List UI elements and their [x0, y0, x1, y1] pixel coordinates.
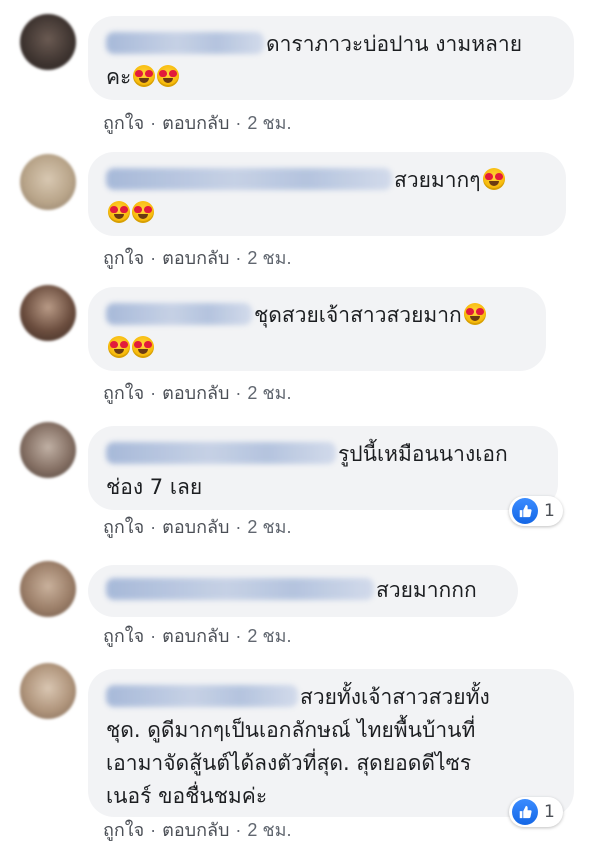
like-reaction-icon	[512, 799, 538, 825]
like-link[interactable]: ถูกใจ	[103, 113, 144, 133]
avatar[interactable]	[20, 561, 76, 617]
timestamp[interactable]: 2 ชม.	[247, 820, 291, 840]
commenter-name-blurred[interactable]	[106, 578, 374, 600]
comment-bubble: สวยมากกก	[88, 565, 518, 617]
comment-actions: ถูกใจ · ตอบกลับ · 2 ชม.	[103, 248, 292, 268]
heart-eyes-emoji-icon	[132, 336, 154, 358]
timestamp[interactable]: 2 ชม.	[247, 383, 291, 403]
comment: สวยทั้งเจ้าสาวสวยทั้ง ชุด. ดูดีมากๆเป็นเ…	[0, 655, 600, 858]
commenter-name-blurred[interactable]	[106, 32, 264, 54]
commenter-name-blurred[interactable]	[106, 168, 392, 190]
comment-text: สวยทั้งเจ้าสาวสวยทั้ง	[300, 685, 490, 709]
comment-actions: ถูกใจ · ตอบกลับ · 2 ชม.	[103, 820, 292, 840]
comment-text-line2: ช่อง 7 เลย	[106, 475, 203, 499]
comment: ดาราภาวะบ่อปาน งามหลาย คะ ถูกใจ · ตอบกลับ ·…	[0, 0, 600, 140]
comment-bubble: สวยทั้งเจ้าสาวสวยทั้ง ชุด. ดูดีมากๆเป็นเ…	[88, 669, 574, 817]
avatar[interactable]	[20, 14, 76, 70]
reply-link[interactable]: ตอบกลับ	[162, 626, 229, 646]
comment-actions: ถูกใจ · ตอบกลับ · 2 ชม.	[103, 626, 292, 646]
reply-link[interactable]: ตอบกลับ	[162, 517, 229, 537]
avatar[interactable]	[20, 422, 76, 478]
avatar[interactable]	[20, 154, 76, 210]
commenter-name-blurred[interactable]	[106, 303, 252, 325]
like-link[interactable]: ถูกใจ	[103, 626, 144, 646]
comment-actions: ถูกใจ · ตอบกลับ · 2 ชม.	[103, 113, 292, 133]
timestamp[interactable]: 2 ชม.	[247, 517, 291, 537]
commenter-name-blurred[interactable]	[106, 685, 298, 707]
comment: สวยมากกก ถูกใจ · ตอบกลับ · 2 ชม.	[0, 555, 600, 655]
comment-actions: ถูกใจ · ตอบกลับ · 2 ชม.	[103, 383, 292, 403]
comment-bubble: ดาราภาวะบ่อปาน งามหลาย คะ	[88, 16, 574, 100]
avatar[interactable]	[20, 285, 76, 341]
comment-text: ดาราภาวะบ่อปาน งามหลาย	[266, 32, 522, 56]
reaction-count[interactable]: 1	[509, 797, 563, 827]
reply-link[interactable]: ตอบกลับ	[162, 820, 229, 840]
reply-link[interactable]: ตอบกลับ	[162, 383, 229, 403]
reply-link[interactable]: ตอบกลับ	[162, 113, 229, 133]
comment-text-line2: คะ	[106, 65, 132, 89]
comment-text: รูปนี้เหมือนนางเอก	[338, 442, 508, 466]
like-link[interactable]: ถูกใจ	[103, 248, 144, 268]
avatar[interactable]	[20, 663, 76, 719]
heart-eyes-emoji-icon	[463, 303, 486, 325]
comment-text: ชุดสวยเจ้าสาวสวยมาก	[254, 303, 462, 327]
comment-text: สวยมากกก	[376, 578, 477, 602]
comment: สวยมากๆ ถูกใจ · ตอบกลับ · 2 ชม.	[0, 140, 600, 275]
comment-text-line4: เนอร์ ขอชื่นชมค่ะ	[106, 784, 268, 808]
comment: ชุดสวยเจ้าสาวสวยมาก ถูกใจ · ตอบกลับ · 2 ชม.	[0, 275, 600, 410]
timestamp[interactable]: 2 ชม.	[247, 113, 291, 133]
reply-link[interactable]: ตอบกลับ	[162, 248, 229, 268]
heart-eyes-emoji-icon	[157, 65, 180, 87]
timestamp[interactable]: 2 ชม.	[247, 626, 291, 646]
like-link[interactable]: ถูกใจ	[103, 517, 144, 537]
reaction-count-value: 1	[544, 802, 555, 822]
comment-text-line3: เอามาจัดสู้นต์ได้ลงตัวที่สุด. สุดยอดดีไซ…	[106, 751, 472, 775]
comment-bubble: สวยมากๆ	[88, 152, 566, 236]
comment-text-line2: ชุด. ดูดีมากๆเป็นเอกลักษณ์ ไทยพื้นบ้านที…	[106, 718, 476, 742]
heart-eyes-emoji-icon	[482, 168, 505, 190]
reaction-count[interactable]: 1	[509, 496, 563, 526]
like-link[interactable]: ถูกใจ	[103, 820, 144, 840]
comment: รูปนี้เหมือนนางเอก ช่อง 7 เลย 1 ถูกใจ · ตอ…	[0, 410, 600, 555]
like-reaction-icon	[512, 498, 538, 524]
comment-text: สวยมากๆ	[394, 168, 481, 192]
comment-actions: ถูกใจ · ตอบกลับ · 2 ชม.	[103, 517, 292, 537]
heart-eyes-emoji-icon	[132, 201, 154, 223]
like-link[interactable]: ถูกใจ	[103, 383, 144, 403]
commenter-name-blurred[interactable]	[106, 442, 336, 464]
heart-eyes-emoji-icon	[108, 336, 130, 358]
reaction-count-value: 1	[544, 501, 555, 521]
heart-eyes-emoji-icon	[108, 201, 130, 223]
comment-bubble: รูปนี้เหมือนนางเอก ช่อง 7 เลย	[88, 426, 558, 510]
heart-eyes-emoji-icon	[133, 65, 156, 87]
timestamp[interactable]: 2 ชม.	[247, 248, 291, 268]
comment-bubble: ชุดสวยเจ้าสาวสวยมาก	[88, 287, 546, 371]
